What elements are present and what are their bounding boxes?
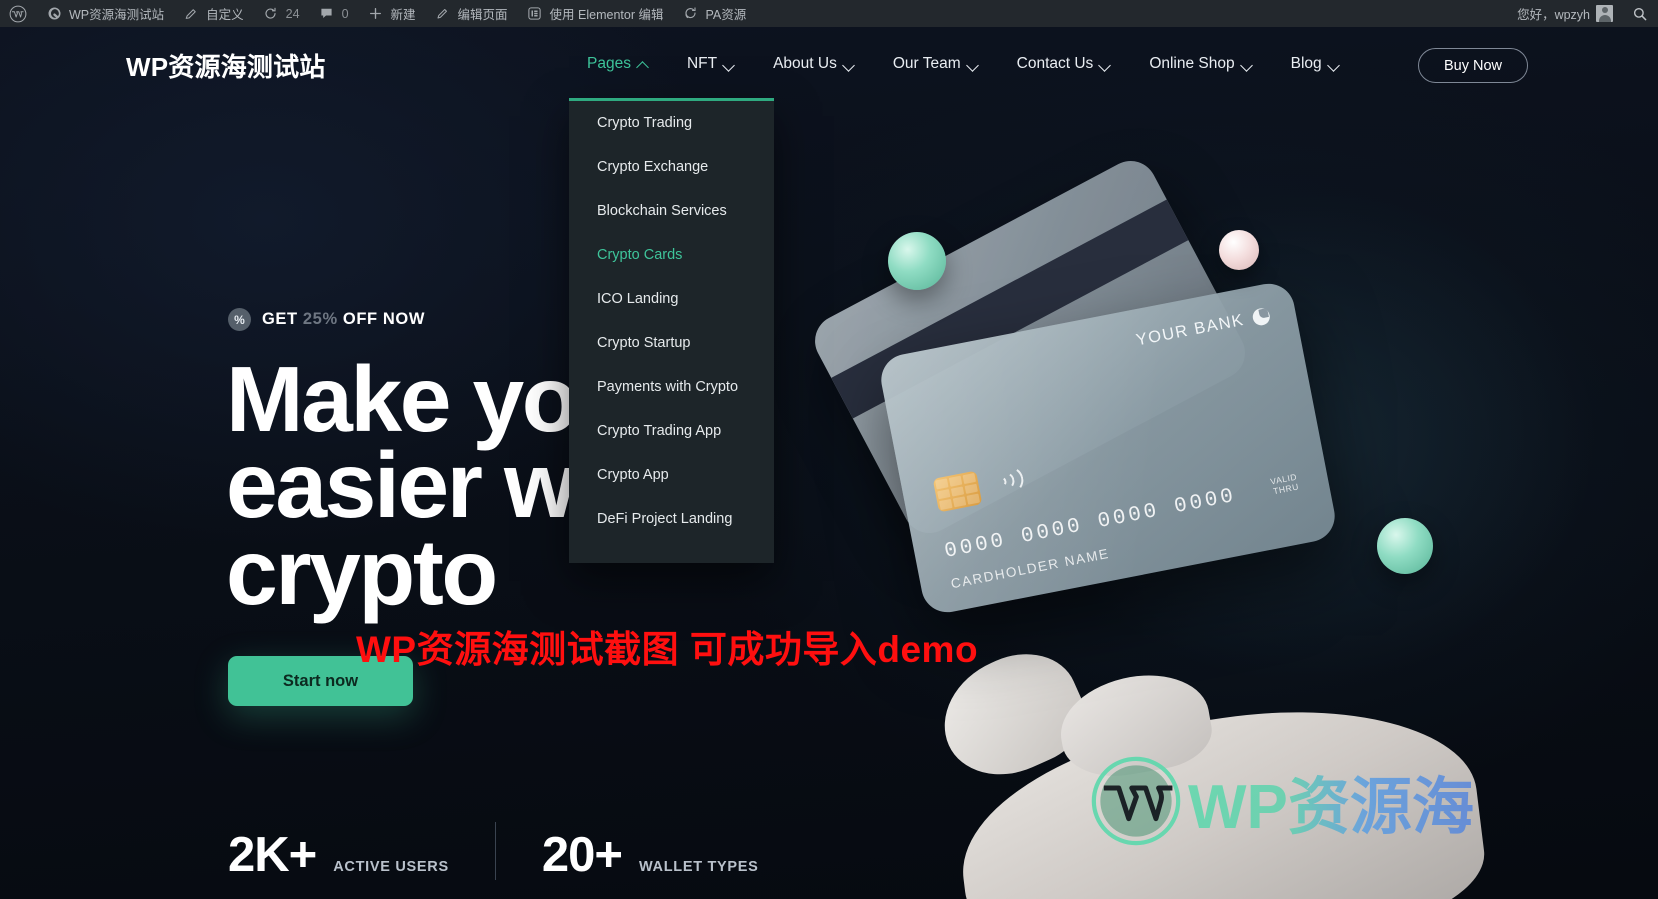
dropdown-item-crypto-exchange[interactable]: Crypto Exchange <box>569 145 774 189</box>
offer-prefix: GET <box>262 310 298 328</box>
admin-bar-comments-count: 0 <box>341 6 349 21</box>
nav-item-label: Contact Us <box>1016 55 1094 72</box>
dropdown-item-ico-landing[interactable]: ICO Landing <box>569 277 774 321</box>
dashboard-icon <box>45 5 63 23</box>
card-holder-name: CARDHOLDER NAME <box>949 545 1111 592</box>
percent-badge-icon: % <box>228 308 251 331</box>
stat-value: 2K+ <box>228 828 317 882</box>
admin-bar-wp-logo[interactable] <box>0 0 36 27</box>
nav-item-our-team[interactable]: Our Team <box>874 27 998 101</box>
nav-item-label: Our Team <box>892 55 961 72</box>
stat-divider <box>494 822 496 880</box>
chevron-down-icon <box>1100 61 1111 68</box>
site-logo[interactable]: WP资源海测试站 <box>126 47 325 84</box>
hero-section: YOUR BANK 0000 0000 0000 0000 VALID THRU… <box>0 27 1658 899</box>
pages-dropdown-menu: Crypto Trading Crypto Exchange Blockchai… <box>569 98 774 563</box>
dropdown-item-blockchain-services[interactable]: Blockchain Services <box>569 189 774 233</box>
offer-percent: 25% <box>302 310 338 328</box>
comments-icon <box>318 5 336 23</box>
admin-bar-comments[interactable]: 0 <box>309 0 358 27</box>
new-icon <box>367 5 385 23</box>
admin-bar-updates[interactable]: 24 <box>253 0 309 27</box>
wordpress-logo-icon <box>1090 755 1182 847</box>
nav-item-label: NFT <box>686 55 718 72</box>
dropdown-item-crypto-startup[interactable]: Crypto Startup <box>569 321 774 365</box>
offer-text: GET 25% OFF NOW <box>262 310 425 329</box>
admin-bar-edit-page-label: 编辑页面 <box>457 8 508 22</box>
decorative-sphere-teal-top <box>888 232 946 290</box>
stat-active-users: 2K+ ACTIVE USERS <box>228 831 449 880</box>
offer-suffix: OFF NOW <box>342 310 426 328</box>
stat-label: WALLET TYPES <box>638 859 759 875</box>
site-watermark-text: WP资源海 <box>1188 756 1474 846</box>
stat-label: ACTIVE USERS <box>333 859 449 875</box>
admin-bar-customize[interactable]: 自定义 <box>173 0 253 27</box>
nav-item-label: Online Shop <box>1149 55 1235 72</box>
admin-bar-site-name-label: WP资源海测试站 <box>69 8 165 22</box>
nav-item-blog[interactable]: Blog <box>1272 27 1359 101</box>
nav-item-about-us[interactable]: About Us <box>754 27 874 101</box>
admin-bar-updates-count: 24 <box>285 6 300 21</box>
admin-bar-site-name[interactable]: WP资源海测试站 <box>36 0 173 27</box>
nav-item-label: Blog <box>1290 55 1322 72</box>
admin-bar-elementor[interactable]: 使用 Elementor 编辑 <box>517 0 673 27</box>
chip-icon <box>932 470 983 513</box>
admin-bar-edit-page[interactable]: 编辑页面 <box>425 0 517 27</box>
contactless-icon <box>991 459 1031 501</box>
dropdown-item-crypto-trading-app[interactable]: Crypto Trading App <box>569 409 774 453</box>
admin-bar-elementor-label: 使用 Elementor 编辑 <box>549 8 664 22</box>
nav-item-label: Pages <box>587 55 631 72</box>
admin-bar-my-account[interactable]: 您好，wpzyh <box>1508 0 1622 27</box>
nav-item-online-shop[interactable]: Online Shop <box>1130 27 1271 101</box>
search-icon <box>1631 5 1649 23</box>
avatar <box>1596 5 1613 22</box>
admin-bar-new[interactable]: 新建 <box>358 0 425 27</box>
chevron-down-icon <box>1329 61 1340 68</box>
admin-bar-pa-resource-label: PA资源 <box>705 8 747 22</box>
chevron-up-icon <box>638 61 649 68</box>
customize-icon <box>182 5 200 23</box>
chevron-down-icon <box>968 61 979 68</box>
main-navigation: Pages NFT About Us Our Team Contact Us O… <box>568 27 1359 101</box>
admin-bar-greeting: 您好，wpzyh <box>1517 8 1590 22</box>
nav-item-contact-us[interactable]: Contact Us <box>998 27 1131 101</box>
dropdown-item-crypto-app[interactable]: Crypto App <box>569 453 774 497</box>
decorative-sphere-pink <box>1219 230 1259 270</box>
wordpress-icon <box>9 5 27 23</box>
dropdown-item-crypto-trading[interactable]: Crypto Trading <box>569 101 774 145</box>
admin-bar-search[interactable] <box>1622 0 1658 27</box>
chevron-down-icon <box>724 61 735 68</box>
admin-bar-right-group: 您好，wpzyh <box>1508 0 1658 27</box>
site-watermark-logo: WP资源海 <box>1090 755 1474 847</box>
nav-item-nft[interactable]: NFT <box>668 27 754 101</box>
nav-item-label: About Us <box>773 55 837 72</box>
buy-now-button[interactable]: Buy Now <box>1417 48 1528 83</box>
chevron-down-icon <box>844 61 855 68</box>
hero-stats: 2K+ ACTIVE USERS 20+ WALLET TYPES <box>228 822 759 880</box>
dropdown-item-payments-with-crypto[interactable]: Payments with Crypto <box>569 365 774 409</box>
elementor-icon <box>526 5 544 23</box>
card-number: 0000 0000 0000 0000 <box>942 484 1239 564</box>
admin-bar-new-label: 新建 <box>390 8 416 22</box>
card-bank-name: YOUR BANK <box>1134 310 1246 350</box>
headline-line-3: crypto <box>226 519 498 624</box>
stat-wallet-types: 20+ WALLET TYPES <box>542 831 759 880</box>
decorative-sphere-teal-right <box>1377 518 1433 574</box>
nav-item-pages[interactable]: Pages <box>568 27 668 101</box>
red-watermark-text: WP资源海测试截图 可成功导入demo <box>356 629 979 670</box>
bank-logo-icon <box>1251 306 1272 327</box>
pa-resource-icon <box>681 5 699 23</box>
edit-page-icon <box>434 5 452 23</box>
dropdown-item-crypto-cards[interactable]: Crypto Cards <box>569 233 774 277</box>
dropdown-item-defi-project-landing[interactable]: DeFi Project Landing <box>569 497 774 541</box>
wp-admin-bar: WP资源海测试站 自定义 24 0 新建 编辑页面 使用 Elementor 编… <box>0 0 1658 27</box>
admin-bar-pa-resource[interactable]: PA资源 <box>672 0 755 27</box>
offer-banner: % GET 25% OFF NOW <box>228 308 425 331</box>
card-bank-row: YOUR BANK <box>1135 306 1272 351</box>
chevron-down-icon <box>1242 61 1253 68</box>
admin-bar-customize-label: 自定义 <box>206 8 244 22</box>
updates-icon <box>262 5 280 23</box>
site-header: WP资源海测试站 Pages NFT About Us Our Team Con… <box>0 27 1658 101</box>
stat-value: 20+ <box>541 828 623 882</box>
